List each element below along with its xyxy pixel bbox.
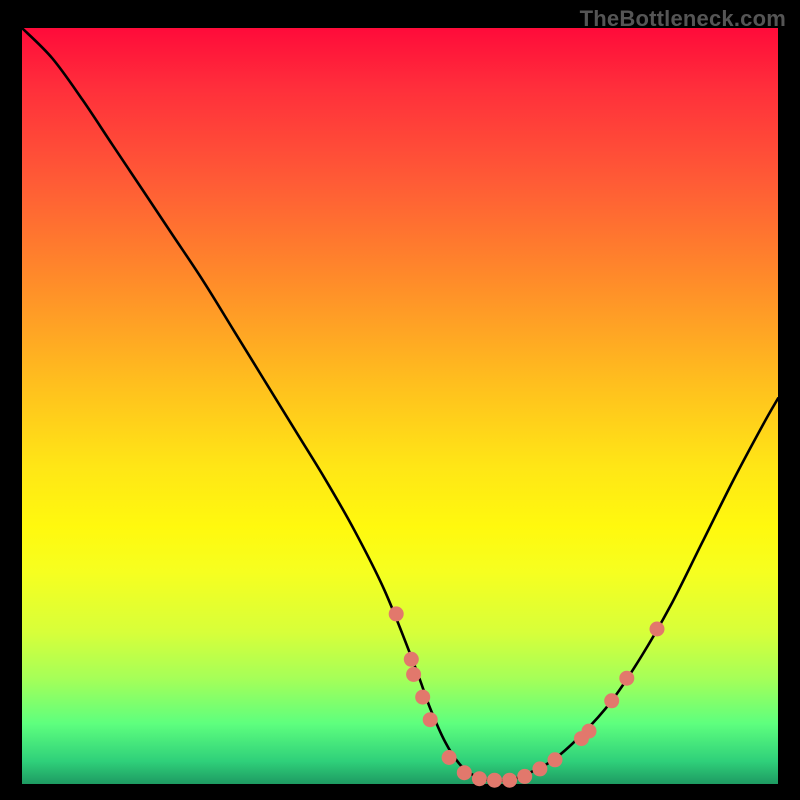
chart-frame: TheBottleneck.com <box>0 0 800 800</box>
data-point <box>650 622 665 637</box>
data-point <box>423 712 438 727</box>
curve-svg <box>22 28 778 784</box>
data-point <box>604 693 619 708</box>
data-point <box>619 671 634 686</box>
data-point <box>582 724 597 739</box>
data-points <box>389 606 665 787</box>
data-point <box>457 765 472 780</box>
data-point <box>517 769 532 784</box>
data-point <box>442 750 457 765</box>
data-point <box>404 652 419 667</box>
data-point <box>389 606 404 621</box>
data-point <box>502 773 517 788</box>
data-point <box>532 761 547 776</box>
plot-area <box>22 28 778 784</box>
data-point <box>548 752 563 767</box>
bottleneck-curve <box>22 28 778 781</box>
data-point <box>472 771 487 786</box>
data-point <box>487 773 502 788</box>
data-point <box>415 690 430 705</box>
data-point <box>406 667 421 682</box>
